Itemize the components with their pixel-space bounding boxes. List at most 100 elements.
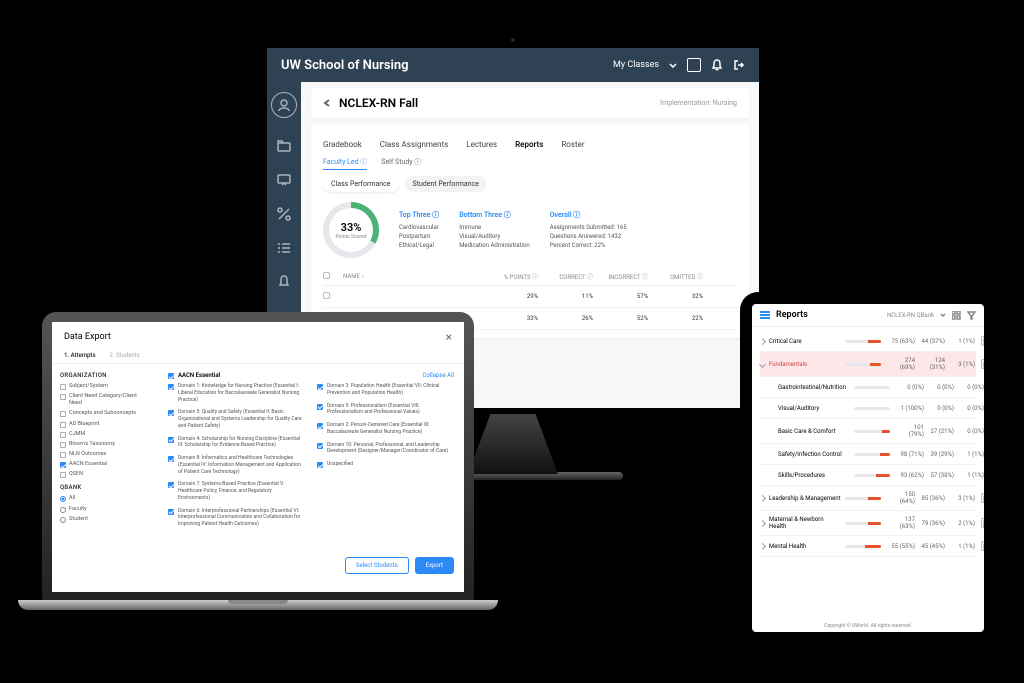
qbank-item[interactable]: Faculty [60,506,150,513]
tab-lectures[interactable]: Lectures [466,140,497,149]
domain-item[interactable]: Domain 9: Professionalism (Essential VII… [317,403,454,417]
org-item[interactable]: QSEN [60,471,150,478]
qbank-item[interactable]: All [60,495,150,502]
category-row[interactable]: Fundamentals274 (69%)124 (31%)3 (1%) [760,352,976,377]
domain-item[interactable]: Domain 6: Interprofessional Partnerships… [168,508,305,528]
collapse-all-link[interactable]: Collapse All [423,372,454,379]
folder-icon[interactable] [277,138,291,152]
org-item[interactable]: NLN Outcomes [60,451,150,458]
col-incorrect[interactable]: INCORRECT ⓘ [593,272,648,281]
table-row[interactable]: 29%11%57%32% [323,286,737,308]
laptop: Data Export × 1. Attempts2. Students ORG… [42,312,474,610]
top3-head: Top Three ⓘ [399,210,439,221]
progress-bar [854,453,890,456]
domain-item[interactable]: Domain 8: Informatics and Healthcare Tec… [168,455,305,475]
list-icon[interactable] [277,240,291,254]
clipboard-icon[interactable] [981,518,984,528]
tab-roster[interactable]: Roster [561,140,584,149]
step-0[interactable]: 1. Attempts [64,352,96,359]
monitor-camera [511,38,515,42]
tab-gradebook[interactable]: Gradebook [323,140,362,149]
expand-chevron-icon[interactable] [759,337,766,344]
category-row[interactable]: Critical Care75 (63%)44 (37%)1 (1%) [760,331,976,352]
category-row[interactable]: Maternal & Newborn Health137 (63%)79 (36… [760,511,976,536]
qbank-heading: QBANK [60,484,150,491]
export-button[interactable]: Export [415,557,454,574]
category-row[interactable]: Mental Health55 (55%)45 (45%)1 (1%) [760,536,976,557]
my-classes-link[interactable]: My Classes [613,60,659,70]
tab-reports[interactable]: Reports [515,140,543,149]
category-row[interactable]: Visual/Auditory1 (100%)0 (0%)0 (0%) [760,398,976,419]
grid-icon[interactable] [687,58,701,72]
breadcrumb-right: Implementation: Nursing [660,99,737,107]
col-correct[interactable]: CORRECT ⓘ [538,272,593,281]
hamburger-icon[interactable] [760,311,770,319]
org-item[interactable]: AD Blueprint [60,421,150,428]
group-checkbox[interactable] [168,373,174,379]
pill-0[interactable]: Class Performance [323,176,399,192]
domain-item[interactable]: Domain 1: Knowledge for Nursing Practice… [168,383,305,403]
avatar-icon[interactable] [271,92,297,118]
clipboard-icon[interactable] [981,359,984,369]
domain-item[interactable]: Domain 7: Systems-Based Practice (Essent… [168,481,305,501]
org-item[interactable]: Concepts and Subconcepts [60,410,150,417]
expand-chevron-icon[interactable] [759,360,766,367]
col-name[interactable]: NAME ↓ [343,273,483,280]
col-% points[interactable]: % POINTS ⓘ [483,272,538,281]
domain-item[interactable]: Domain 3: Population Health (Essential V… [317,383,454,397]
category-row[interactable]: Leadership & Management150 (64%)85 (36%)… [760,486,976,511]
close-icon[interactable]: × [446,330,452,344]
expand-chevron-icon[interactable] [759,519,766,526]
qbank-item[interactable]: Student [60,516,150,523]
tablet: Reports NCLEX-RN QBank Critical Care75 (… [740,292,996,644]
dialog-title: Data Export [64,332,111,342]
category-row[interactable]: Basic Care & Comfort101 (79%)27 (21%)0 (… [760,419,976,444]
subtab-0[interactable]: Faculty Led ⓘ [323,157,367,170]
logout-icon[interactable] [733,59,745,71]
org-item[interactable]: AACN Essential [60,461,150,468]
org-item[interactable]: Subject/System [60,383,150,390]
bell-icon[interactable] [711,59,723,71]
laptop-base [18,600,498,610]
page-title: NCLEX-RN Fall [339,96,418,110]
clipboard-icon[interactable] [981,493,984,503]
presentation-icon[interactable] [277,172,291,186]
domain-item[interactable]: Domain 5: Quality and Safety (Essential … [168,409,305,429]
select-students-button[interactable]: Select Students [345,557,409,574]
bottom-three-col: Bottom Three ⓘImmuneVisual/AuditoryMedic… [459,210,530,250]
filter-icon[interactable] [967,311,976,320]
score-ring: 33% Points Scored [323,202,379,258]
category-row[interactable]: Gastrointestinal/Nutrition0 (0%)0 (0%)0 … [760,377,976,398]
domain-item[interactable]: Domain 2: Person-Centered Care (Essentia… [317,422,454,436]
category-row[interactable]: Safety/Infection Control98 (71%)39 (29%)… [760,444,976,465]
org-item[interactable]: CJMM [60,431,150,438]
org-item[interactable]: Client Need Category/Client Need [60,393,150,407]
domain-panel: AACN Essential Collapse All Domain 1: Kn… [158,364,464,582]
bell-sidebar-icon[interactable] [277,274,291,288]
clipboard-icon[interactable] [981,541,984,551]
qbank-selector[interactable]: NCLEX-RN QBank [887,312,934,319]
grid-icon[interactable] [952,311,961,320]
pill-1[interactable]: Student Performance [405,176,487,192]
domain-item[interactable]: Domain 10: Personal, Professional, and L… [317,442,454,456]
tab-class-assignments[interactable]: Class Assignments [380,140,449,149]
progress-bar [845,545,881,548]
col-omitted[interactable]: OMITTED ⓘ [648,272,703,281]
laptop-bezel: Data Export × 1. Attempts2. Students ORG… [42,312,474,602]
expand-chevron-icon[interactable] [759,542,766,549]
domain-item[interactable]: Domain 4: Scholarship for Nursing Discip… [168,436,305,450]
category-list: Critical Care75 (63%)44 (37%)1 (1%)Funda… [752,327,984,620]
copyright-footer: Copyright © UWorld. All rights reserved. [752,620,984,632]
org-item[interactable]: Bloom's Taxonomy [60,441,150,448]
expand-chevron-icon[interactable] [759,494,766,501]
main-tabs: Gradebook Class Assignments Lectures Report… [323,140,737,149]
back-arrow-icon[interactable] [323,98,333,108]
step-1[interactable]: 2. Students [110,352,140,359]
subtab-1[interactable]: Self Study ⓘ [381,157,421,170]
score-label: Points Scored [336,234,367,240]
category-row[interactable]: Skills/Procedures93 (62%)57 (38%)1 (1%) [760,465,976,486]
domain-item[interactable]: Unspecified [317,461,454,468]
percent-icon[interactable] [277,206,291,220]
clipboard-icon[interactable] [981,336,984,346]
progress-bar [854,430,890,433]
